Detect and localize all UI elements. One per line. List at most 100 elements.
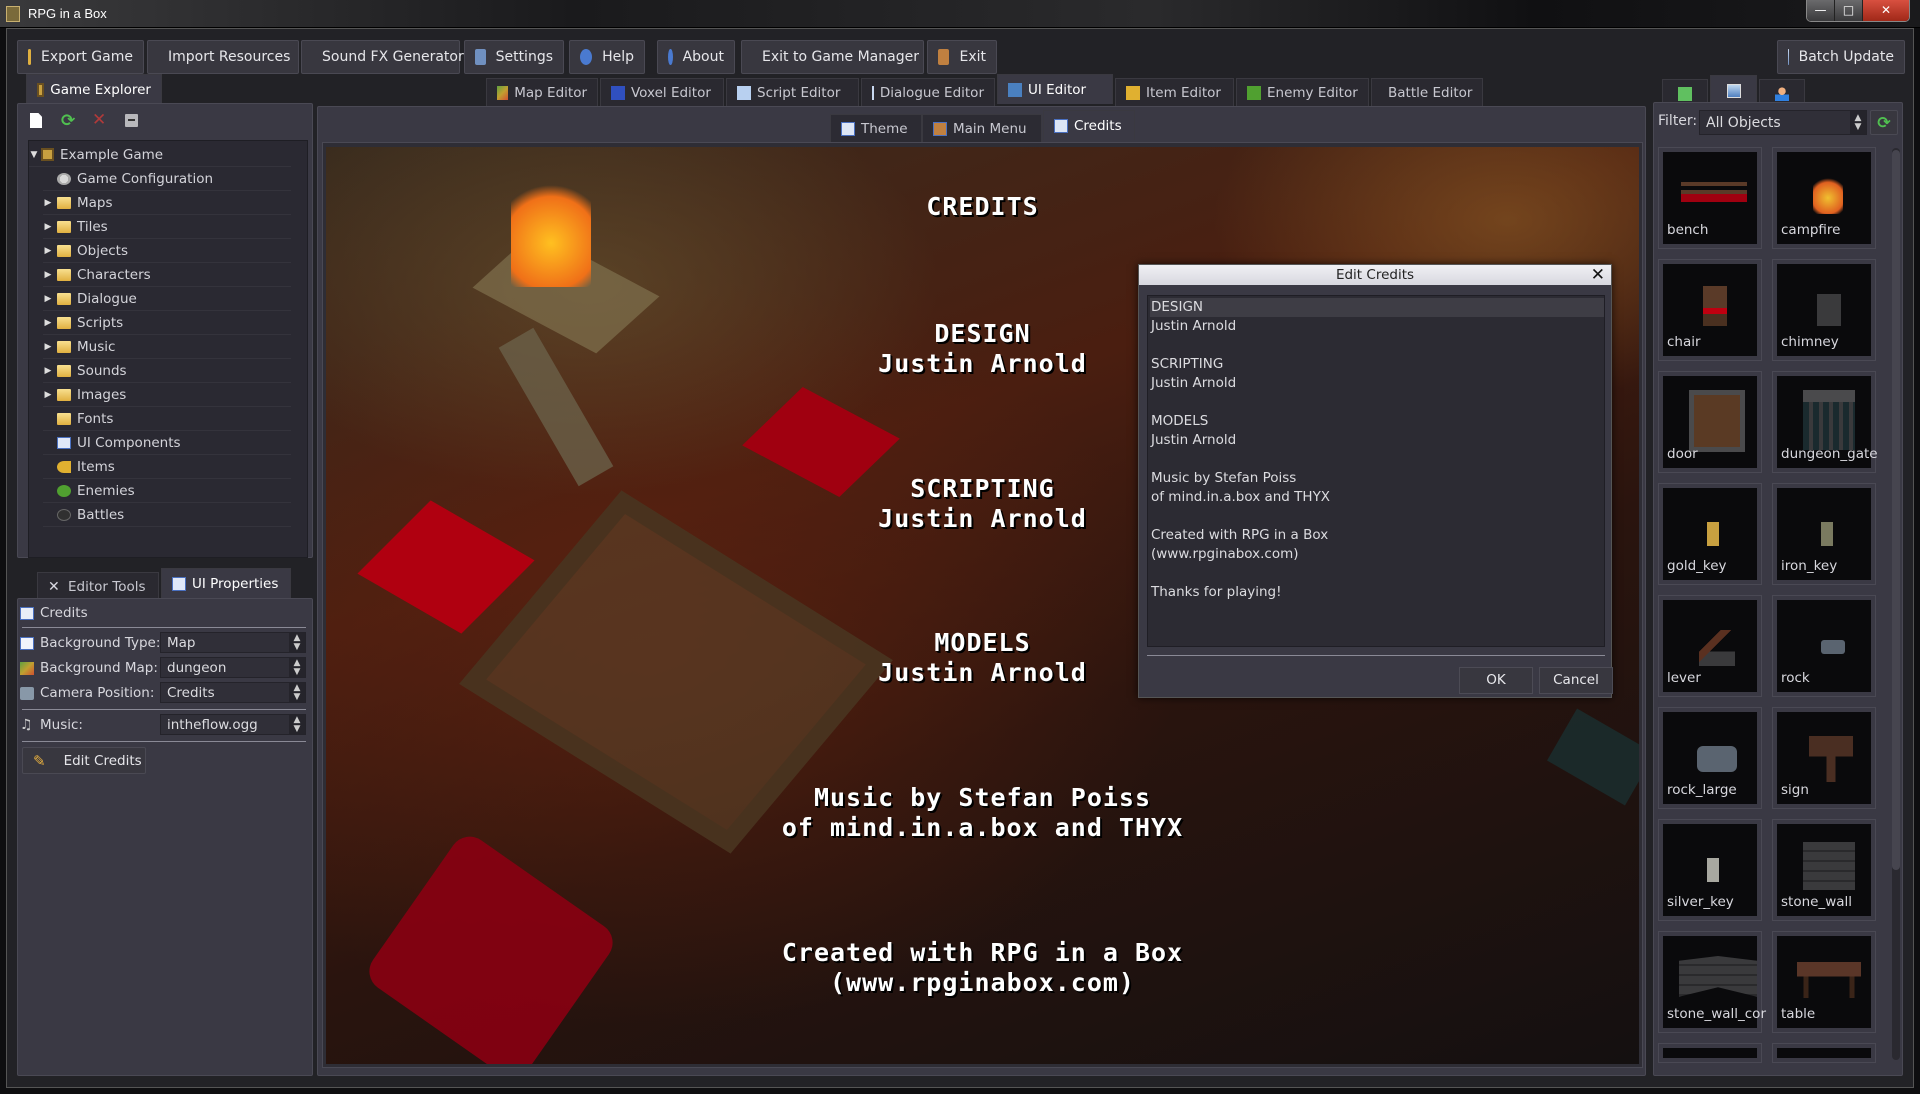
tree-item-images[interactable]: ▶ Images xyxy=(43,383,291,407)
tab-label: Main Menu xyxy=(953,120,1027,137)
minimize-button[interactable]: — xyxy=(1807,0,1835,21)
expand-arrow-icon[interactable]: ▶ xyxy=(43,222,53,232)
refresh-icon[interactable]: ⟳ xyxy=(61,111,75,131)
batch-update-icon xyxy=(1788,49,1789,65)
tab-enemy-editor[interactable]: Enemy Editor xyxy=(1236,78,1369,106)
object-stone-wall[interactable]: stone_wall xyxy=(1772,819,1876,921)
object-door[interactable]: door xyxy=(1658,371,1762,473)
tree-item-ui-components[interactable]: UI Components xyxy=(43,431,291,455)
toolbar-button-exit[interactable]: Exit xyxy=(927,40,997,74)
collapse-icon[interactable] xyxy=(125,114,138,127)
object-rock-large[interactable]: rock_large xyxy=(1658,707,1762,809)
background-type-select[interactable]: Map ▲ ▼ xyxy=(160,632,306,653)
tab-map-editor[interactable]: Map Editor xyxy=(486,78,598,106)
toolbar-button-sound-fx-generator[interactable]: Sound FX Generator xyxy=(301,40,464,74)
edit-credits-button[interactable]: ✎ Edit Credits xyxy=(22,747,146,774)
expand-arrow-icon[interactable]: ▶ xyxy=(43,198,53,208)
expand-arrow-icon[interactable]: ▶ xyxy=(43,294,53,304)
delete-icon[interactable]: ✕ xyxy=(92,110,106,130)
object-table[interactable]: table xyxy=(1772,931,1876,1033)
text-line: Justin Arnold xyxy=(1151,375,1237,391)
subtab-main-menu[interactable]: Main Menu xyxy=(922,114,1042,142)
expand-arrow-icon[interactable]: ▶ xyxy=(43,270,53,280)
credits-text-editor[interactable]: DESIGN Justin Arnold SCRIPTING Justin Arnol… xyxy=(1147,295,1605,647)
tab-battle-editor[interactable]: Battle Editor xyxy=(1371,78,1483,106)
select-value: Credits xyxy=(167,684,215,701)
spinner-icon: ▲ ▼ xyxy=(1850,111,1866,134)
tree-item-dialogue[interactable]: ▶ Dialogue xyxy=(43,287,291,311)
tree-root[interactable]: ▼ Example Game xyxy=(29,143,291,167)
expand-arrow-icon[interactable]: ▶ xyxy=(43,246,53,256)
object-chimney[interactable]: chimney xyxy=(1772,259,1876,361)
expand-arrow-icon[interactable]: ▶ xyxy=(43,366,53,376)
tab-item-editor[interactable]: Item Editor xyxy=(1115,78,1234,106)
select-value: All Objects xyxy=(1706,114,1781,131)
batch-update-button[interactable]: Batch Update xyxy=(1777,40,1905,74)
tree-item-items[interactable]: Items xyxy=(43,455,291,479)
tab-editor-tools[interactable]: ✕ Editor Tools xyxy=(37,572,159,600)
new-file-icon[interactable] xyxy=(30,113,42,128)
tree-item-music[interactable]: ▶ Music xyxy=(43,335,291,359)
tab-dialogue-editor[interactable]: Dialogue Editor xyxy=(861,78,995,106)
close-window-button[interactable]: ✕ xyxy=(1863,0,1909,21)
object-tile[interactable] xyxy=(1772,1043,1876,1063)
expand-arrow-icon[interactable]: ▼ xyxy=(29,150,39,160)
divider xyxy=(22,741,306,742)
toolbar-button-settings[interactable]: Settings xyxy=(464,40,564,74)
folder-icon xyxy=(57,316,71,329)
tab-ui-properties[interactable]: UI Properties xyxy=(161,568,291,598)
tab-ui-editor[interactable]: UI Editor xyxy=(997,74,1113,104)
object-campfire[interactable]: campfire xyxy=(1772,147,1876,249)
object-lever[interactable]: lever xyxy=(1658,595,1762,697)
tree-item-tiles[interactable]: ▶ Tiles xyxy=(43,215,291,239)
object-silver-key[interactable]: silver_key xyxy=(1658,819,1762,921)
tree-item-objects[interactable]: ▶ Objects xyxy=(43,239,291,263)
cancel-button[interactable]: Cancel xyxy=(1539,667,1613,694)
object-tile[interactable] xyxy=(1658,1043,1762,1063)
tab-objects[interactable] xyxy=(1710,75,1757,105)
object-sign[interactable]: sign xyxy=(1772,707,1876,809)
refresh-objects-button[interactable]: ⟳ xyxy=(1870,110,1898,135)
object-chair[interactable]: chair xyxy=(1658,259,1762,361)
door-thumbnail xyxy=(1689,390,1745,452)
ok-button[interactable]: OK xyxy=(1459,667,1533,694)
object-gold-key[interactable]: gold_key xyxy=(1658,483,1762,585)
camera-position-select[interactable]: Credits ▲ ▼ xyxy=(160,682,306,703)
toolbar-button-about[interactable]: About xyxy=(657,40,735,74)
toolbar-button-exit-to-game-manager[interactable]: Exit to Game Manager xyxy=(741,40,924,74)
dialog-close-button[interactable]: ✕ xyxy=(1591,265,1605,285)
subtab-credits[interactable]: Credits xyxy=(1043,110,1135,140)
toolbar-button-import-resources[interactable]: Import Resources xyxy=(147,40,299,74)
object-scrollbar-thumb[interactable] xyxy=(1892,150,1900,870)
tab-voxel-editor[interactable]: Voxel Editor xyxy=(600,78,724,106)
music-select[interactable]: intheflow.ogg ▲ ▼ xyxy=(160,714,306,735)
expand-arrow-icon[interactable]: ▶ xyxy=(43,390,53,400)
filter-select[interactable]: All Objects ▲ ▼ xyxy=(1699,110,1867,135)
tree-item-sounds[interactable]: ▶ Sounds xyxy=(43,359,291,383)
object-dungeon-gate[interactable]: dungeon_gate xyxy=(1772,371,1878,473)
text-line xyxy=(1150,393,1151,412)
object-iron-key[interactable]: iron_key xyxy=(1772,483,1876,585)
expand-arrow-icon[interactable]: ▶ xyxy=(43,342,53,352)
object-bench[interactable]: bench xyxy=(1658,147,1762,249)
tree-item-fonts[interactable]: Fonts xyxy=(43,407,291,431)
subtab-theme[interactable]: Theme xyxy=(830,114,922,142)
tab-script-editor[interactable]: Script Editor xyxy=(726,78,859,106)
tree-item-characters[interactable]: ▶ Characters xyxy=(43,263,291,287)
tab-label: UI Editor xyxy=(1028,81,1087,98)
tree-item-battles[interactable]: Battles xyxy=(43,503,291,527)
game-explorer-icon xyxy=(37,82,45,97)
expand-arrow-icon[interactable]: ▶ xyxy=(43,318,53,328)
maximize-button[interactable]: □ xyxy=(1835,0,1863,21)
tab-game-explorer[interactable]: Game Explorer xyxy=(26,74,162,104)
object-rock[interactable]: rock xyxy=(1772,595,1876,697)
tree-item-scripts[interactable]: ▶ Scripts xyxy=(43,311,291,335)
tree-item-maps[interactable]: ▶ Maps xyxy=(43,191,291,215)
object-stone-wall-cor[interactable]: stone_wall_cor xyxy=(1658,931,1766,1033)
text-line xyxy=(1150,507,1151,526)
toolbar-button-help[interactable]: Help xyxy=(569,40,645,74)
toolbar-button-export-game[interactable]: Export Game xyxy=(17,40,144,74)
tree-item-enemies[interactable]: Enemies xyxy=(43,479,291,503)
background-map-select[interactable]: dungeon ▲ ▼ xyxy=(160,657,306,678)
tree-item-game-configuration[interactable]: Game Configuration xyxy=(43,167,291,191)
